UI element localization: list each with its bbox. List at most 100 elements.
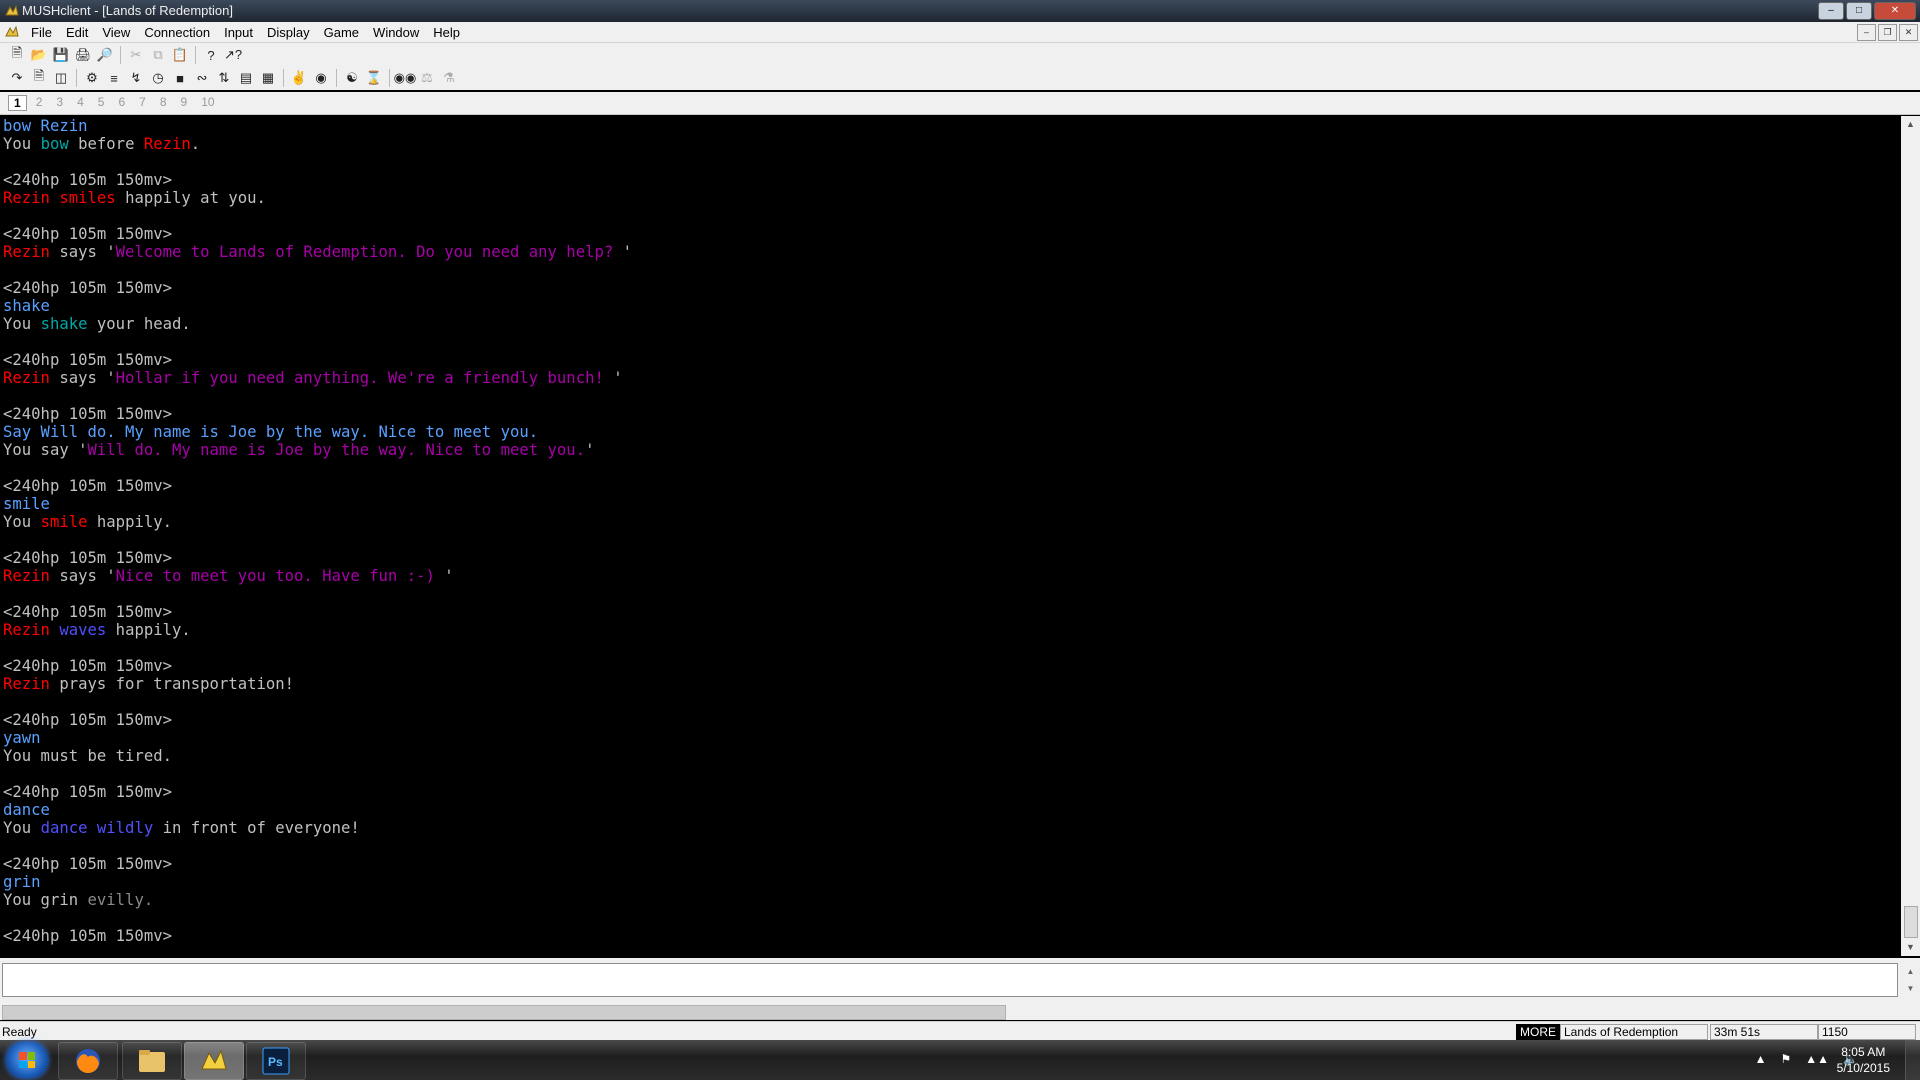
scripting-icon[interactable]: ⇅	[215, 69, 233, 87]
output-segment: Rezin	[3, 675, 50, 693]
copy-icon[interactable]: ⧉	[149, 46, 167, 64]
world-config-icon[interactable]: ⚙	[83, 69, 101, 87]
start-button[interactable]	[6, 1042, 48, 1078]
world-tab-6[interactable]: 6	[113, 95, 130, 111]
menu-connection[interactable]: Connection	[137, 24, 217, 41]
menu-file[interactable]: File	[24, 24, 59, 41]
output-segment: bow	[40, 135, 69, 153]
split-icon[interactable]: ◫	[52, 69, 70, 87]
menu-game[interactable]: Game	[317, 24, 366, 41]
output-segment: waves	[59, 621, 107, 639]
taskbar-clock[interactable]: 8:05 AM 5/10/2015	[1837, 1044, 1890, 1076]
maximize-button[interactable]: □	[1846, 2, 1872, 20]
map-icon[interactable]: ☯	[343, 69, 361, 87]
save-icon[interactable]: 💾	[52, 46, 70, 64]
output-segment: Rezin	[3, 189, 60, 207]
minimize-button[interactable]: –	[1818, 2, 1844, 20]
mushclient-taskbar-button[interactable]	[184, 1042, 244, 1080]
explorer-taskbar-button[interactable]	[122, 1042, 182, 1080]
scroll-thumb[interactable]	[1904, 906, 1918, 938]
world-tab-2[interactable]: 2	[31, 95, 48, 111]
output-segment: <240hp 105m 150mv>	[3, 603, 172, 621]
macros-icon[interactable]: ≡	[105, 69, 123, 87]
world-tab-3[interactable]: 3	[51, 95, 68, 111]
notepad-icon[interactable]: ▤	[237, 69, 255, 87]
mapper-icon[interactable]: ⌛	[365, 69, 383, 87]
photoshop-taskbar-button[interactable]: Ps	[246, 1042, 306, 1080]
show-desktop-button[interactable]	[1905, 1040, 1920, 1080]
output-line: shake	[3, 297, 1900, 315]
mdi-minimize-button[interactable]: –	[1857, 24, 1876, 41]
aliases-icon[interactable]: ■	[171, 69, 189, 87]
world-tab-10[interactable]: 10	[196, 95, 219, 111]
scroll-up-icon[interactable]: ▲	[1901, 116, 1920, 133]
context-help-icon[interactable]: ↗?	[224, 46, 242, 64]
new-document-icon[interactable]: 🗎	[8, 45, 26, 64]
command-input[interactable]	[2, 963, 1898, 997]
mushclient-app-icon[interactable]	[4, 3, 20, 19]
output-segment: happily.	[87, 513, 173, 531]
mdi-close-button[interactable]: ✕	[1899, 24, 1918, 41]
open-folder-icon[interactable]: 📂	[30, 46, 48, 64]
menu-input[interactable]: Input	[217, 24, 260, 41]
triggers-icon[interactable]: ↯	[127, 69, 145, 87]
mdi-child-icon[interactable]	[4, 24, 20, 40]
connect-icon[interactable]: ↷	[8, 69, 26, 87]
plugins-icon[interactable]: ◉	[312, 69, 330, 87]
cut-icon[interactable]: ✂	[127, 46, 145, 64]
world-tab-5[interactable]: 5	[93, 95, 110, 111]
action-center-flag-icon[interactable]: ⚑	[1781, 1052, 1792, 1066]
output-line: smile	[3, 495, 1900, 513]
menu-display[interactable]: Display	[260, 24, 317, 41]
scroll-down-icon[interactable]: ▼	[1901, 939, 1920, 956]
windows-taskbar: Ps ▲ ⚑ ▲▲ 🔈 8:05 AM 5/10/2015	[0, 1040, 1920, 1080]
output-line: <240hp 105m 150mv>	[3, 549, 1900, 567]
output-segment: You must be tired.	[3, 747, 172, 765]
show-hidden-icons-icon[interactable]: ▲	[1755, 1052, 1767, 1066]
output-segment: happily.	[106, 621, 191, 639]
output-segment: yawn	[3, 729, 41, 747]
menu-bar: File Edit View Connection Input Display Game Wi…	[0, 22, 1920, 43]
output-segment: Nice to meet you too. Have fun :-)	[115, 567, 445, 585]
help-icon[interactable]: ?	[202, 46, 220, 64]
menu-edit[interactable]: Edit	[59, 24, 95, 41]
output-segment: You	[3, 513, 41, 531]
print-preview-icon[interactable]: 🔎	[96, 46, 114, 64]
print-icon[interactable]: 🖨	[74, 46, 92, 64]
horizontal-scroll-thumb[interactable]	[2, 1005, 1006, 1020]
output-segment: Rezin	[143, 135, 191, 153]
world-tab-8[interactable]: 8	[155, 95, 172, 111]
output-text: bow Rezin You bow before Rezin. <240hp 105…	[0, 116, 1900, 945]
firefox-taskbar-button[interactable]	[58, 1042, 118, 1080]
menu-help[interactable]: Help	[426, 24, 467, 41]
paste-icon[interactable]: 📋	[171, 46, 189, 64]
mapper-config-icon[interactable]: ⚖	[418, 69, 436, 87]
toolbar-separator	[195, 46, 196, 64]
horizontal-scrollbar[interactable]	[0, 1004, 1920, 1020]
output-segment: Rezin	[3, 567, 50, 585]
find-icon[interactable]: ⚗	[440, 69, 458, 87]
world-tab-9[interactable]: 9	[176, 95, 193, 111]
world-tab-7[interactable]: 7	[134, 95, 151, 111]
menu-window[interactable]: Window	[366, 24, 426, 41]
world-tab-1[interactable]: 1	[8, 95, 27, 111]
command-scroll-icon[interactable]: ▲ ▼	[1903, 963, 1918, 997]
output-line: You bow before Rezin.	[3, 135, 1900, 153]
menu-view[interactable]: View	[95, 24, 137, 41]
world-tab-4[interactable]: 4	[72, 95, 89, 111]
firefox-icon	[76, 1049, 100, 1074]
output-vertical-scrollbar[interactable]: ▲ ▼	[1901, 116, 1920, 956]
timers-icon[interactable]: ◷	[149, 69, 167, 87]
activity-list-icon[interactable]: ▦	[259, 69, 277, 87]
output-line: Rezin smiles happily at you.	[3, 189, 1900, 207]
output-window[interactable]: bow Rezin You bow before Rezin. <240hp 105…	[0, 116, 1900, 956]
mdi-restore-button[interactable]: ❐	[1878, 24, 1897, 41]
binoculars-icon[interactable]: ◉◉	[394, 69, 417, 87]
chat-icon[interactable]: ✌	[290, 69, 308, 87]
variables-icon[interactable]: ∾	[193, 69, 211, 87]
network-icon[interactable]: ▲▲	[1805, 1052, 1829, 1066]
output-segment: <240hp 105m 150mv>	[3, 351, 172, 369]
log-icon[interactable]: 🗎	[30, 68, 48, 87]
close-button[interactable]: ✕	[1874, 2, 1916, 20]
